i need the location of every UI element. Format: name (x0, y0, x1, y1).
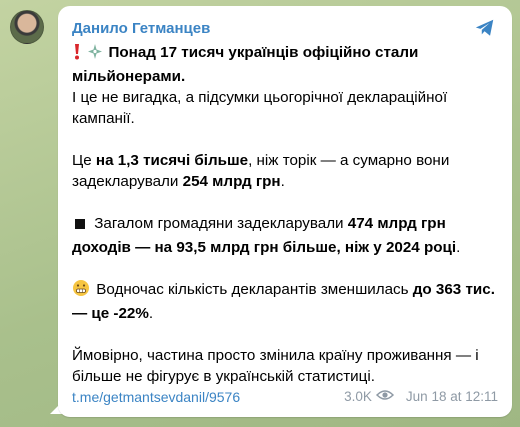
p2-text-a: Це (72, 152, 96, 169)
author-name[interactable]: Данило Гетманцев (72, 20, 210, 37)
headline: Понад 17 тисяч українців офіційно стали … (72, 44, 419, 85)
message-text: Понад 17 тисяч українців офіційно стали … (72, 42, 498, 387)
subheadline: І це не вигадка, а підсумки цьогорічної … (72, 89, 448, 127)
paragraph-3: Загалом громадяни задекларували 474 млрд… (72, 213, 498, 258)
p2-text-e: . (280, 173, 285, 190)
message-meta: 3.0K Jun 18 at 12:11 (344, 388, 498, 405)
exclamation-icon (72, 43, 82, 66)
paragraph-4: Водночас кількість декларантів зменшилас… (72, 279, 498, 324)
paragraph-1: Понад 17 тисяч українців офіційно стали … (72, 42, 498, 129)
share-button[interactable] (472, 15, 498, 41)
paragraph-2: Це на 1,3 тисячі більше, ніж торік — а с… (72, 150, 498, 192)
p3-text-a: Загалом громадяни задекларували (94, 215, 348, 232)
view-count: 3.0K (344, 389, 372, 404)
sparkle-icon (86, 43, 104, 66)
p3-text-c: . (456, 239, 461, 256)
p4-text-a: Водночас кількість декларантів зменшилас… (96, 281, 413, 298)
p2-bold-d: 254 млрд грн (182, 173, 281, 190)
share-icon (475, 19, 494, 36)
p2-bold-b: на 1,3 тисячі більше (95, 152, 249, 169)
message-footer: t.me/getmantsevdanil/9576 3.0K Jun 18 at… (72, 388, 498, 405)
paragraph-5: Ймовірно, частина просто змінила країну … (72, 345, 498, 387)
message-bubble: Данило Гетманцев Понад 17 тисяч українці… (58, 6, 512, 417)
grimace-emoji-icon (72, 279, 92, 303)
p5-text: Ймовірно, частина просто змінила країну … (72, 347, 479, 385)
eye-icon (375, 388, 394, 405)
author-avatar[interactable] (10, 10, 44, 44)
timestamp: Jun 18 at 12:11 (405, 389, 498, 404)
p4-text-c: . (148, 305, 154, 322)
black-square-icon (72, 216, 90, 237)
post-link[interactable]: t.me/getmantsevdanil/9576 (72, 389, 240, 405)
message-header: Данило Гетманцев (72, 16, 498, 40)
